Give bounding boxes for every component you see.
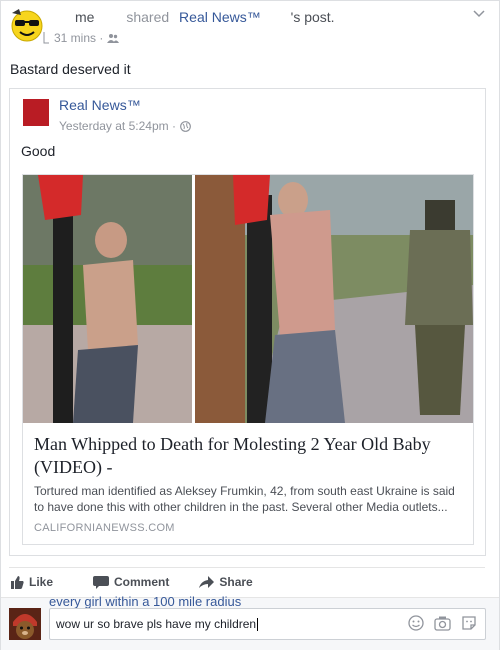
chevron-down-icon[interactable] [473,9,485,19]
shared-post-text: Good [21,143,56,159]
actions-divider [9,567,485,568]
emoji-icon[interactable] [408,615,424,631]
comment-composer: every girl within a 100 mile radius wow … [1,594,499,650]
thumbs-up-icon [11,575,24,589]
friends-privacy-icon[interactable] [107,33,120,43]
comment-button[interactable]: Comment [93,575,169,589]
post-header: me shared Real News™ 's post. [75,9,335,25]
link-image-right [195,175,473,423]
share-label: Share [219,575,253,589]
share-arrow-icon [199,575,215,588]
link-domain: CALIFORNIANEWSS.COM [34,522,175,534]
comment-text: wow ur so brave pls have my children [56,617,257,631]
globe-icon[interactable] [180,120,191,132]
shared-page-link[interactable]: Real News™ [179,9,261,25]
post-status-text: Bastard deserved it [10,61,131,77]
shared-post-meta: Yesterday at 5:24pm · [59,119,191,133]
link-image-left [23,175,192,423]
like-button[interactable]: Like [11,575,53,589]
caption-overlay-text: every girl within a 100 mile radius [49,594,242,609]
avatar[interactable] [9,7,45,43]
commenter-avatar[interactable] [9,608,41,640]
post-link[interactable]: 's post. [291,9,335,25]
link-title[interactable]: Man Whipped to Death for Molesting 2 Yea… [34,433,464,479]
like-label: Like [29,575,54,589]
shared-post-timestamp[interactable]: Yesterday at 5:24pm · [59,119,176,133]
comment-bubble-icon [93,575,110,589]
edit-marker-icon [43,32,49,44]
shared-word: shared [126,9,170,25]
shared-page-name[interactable]: Real News™ [59,97,141,113]
post-timestamp[interactable]: 31 mins · [54,31,103,45]
text-caret [257,618,259,632]
comment-input[interactable]: wow ur so brave pls have my children [49,608,486,640]
shared-post: Real News™ Yesterday at 5:24pm · Good Ma… [9,88,486,556]
comment-label: Comment [114,575,170,589]
post-meta: 31 mins · [43,31,120,45]
author-name[interactable]: me [75,9,94,25]
share-button[interactable]: Share [199,575,253,589]
page-avatar[interactable] [23,99,49,126]
comment-tools [408,615,477,631]
sticker-icon[interactable] [461,615,477,631]
post-card: me shared Real News™ 's post. 31 mins · … [0,0,500,650]
post-actions: Like Comment Share [11,575,283,589]
camera-icon[interactable] [434,615,451,631]
link-preview[interactable]: Man Whipped to Death for Molesting 2 Yea… [22,174,474,545]
link-description: Tortured man identified as Aleksey Frumk… [34,484,455,514]
comment-input-value: wow ur so brave pls have my children [56,617,259,632]
